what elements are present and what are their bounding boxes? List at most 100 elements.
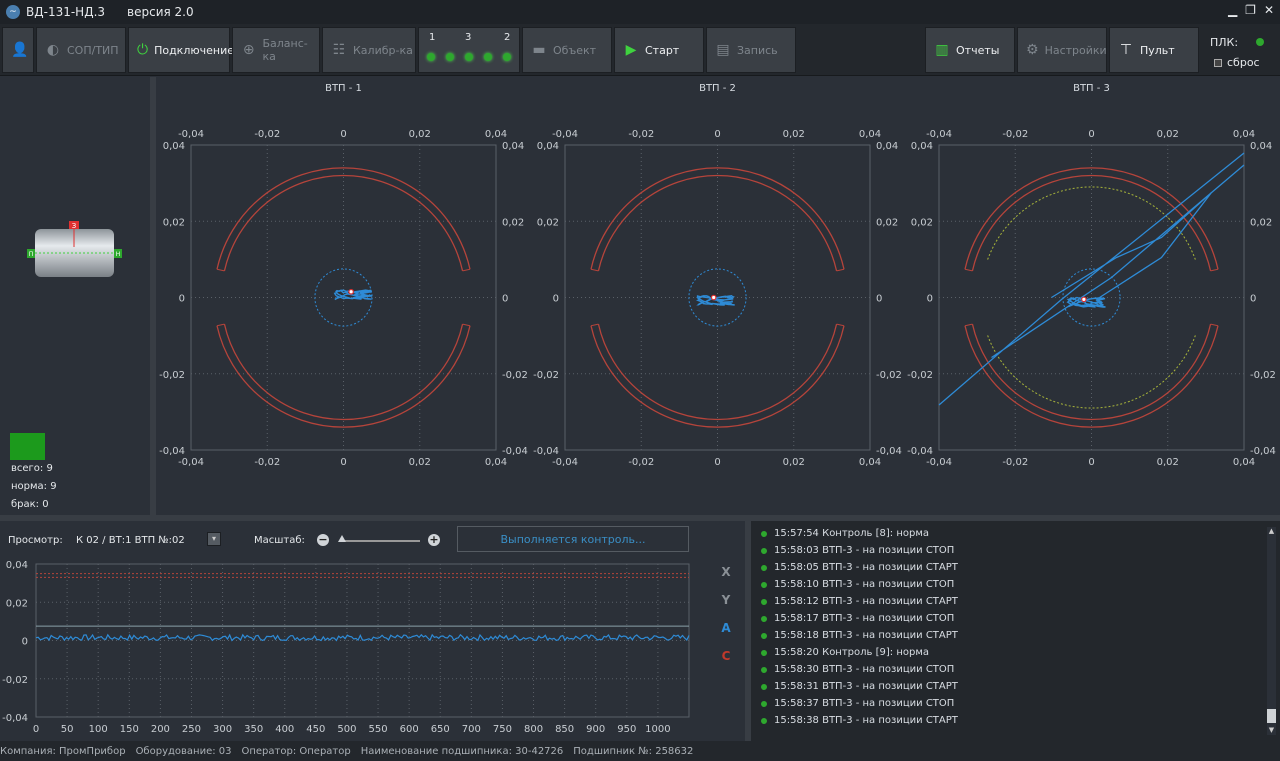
total-count: всего: 9 [11, 463, 53, 474]
y-tick-left: -0,04 [907, 446, 933, 457]
x-tick: 900 [586, 724, 605, 735]
y-tick-left: 0,04 [911, 141, 933, 152]
log-entry: 15:58:31 ВТП-3 - на позиции СТАРТ [761, 678, 958, 695]
x-tick-bottom: 0,02 [783, 457, 805, 468]
company-info: Компания: ПромПрибор [0, 745, 126, 757]
status-dot-icon [761, 632, 767, 639]
app-window: ~ ВД-131-НД.3 версия 2.0 ▁ ❐ ✕ 👤 ◐ СОП/ТИ… [0, 0, 1280, 761]
chart-title: ВТП - 3 [1073, 83, 1110, 94]
status-dot-icon [761, 649, 767, 656]
arc-cap [964, 268, 973, 272]
y-tick-right: 0 [1250, 294, 1256, 305]
orbit-chart-1: ВТП - 1-0,04-0,040,04 0,04-0,02-0,020,02 0… [159, 83, 528, 468]
y-tick: -0,04 [2, 713, 28, 724]
y-tick-right: 0,02 [1250, 217, 1272, 228]
object-button[interactable]: ▬ Объект [522, 27, 612, 73]
app-version: версия 2.0 [127, 5, 194, 19]
user-button[interactable]: 👤 [2, 27, 34, 73]
title-bar: ~ ВД-131-НД.3 версия 2.0 ▁ ❐ ✕ [0, 0, 1280, 24]
restore-button[interactable]: ❐ [1245, 3, 1256, 17]
status-dot-icon [761, 547, 767, 554]
close-button[interactable]: ✕ [1264, 3, 1274, 17]
log-entry-text: 15:58:05 ВТП-3 - на позиции СТАРТ [774, 562, 958, 573]
x-tick: 750 [493, 724, 512, 735]
x-tick-top: 0,04 [859, 129, 881, 140]
log-entry: 15:58:17 ВТП-3 - на позиции СТОП [761, 610, 954, 627]
orbit-charts-area: ВТП - 1 -0,04 -0,04 0,04 0,04 -0,02 -0,02 0,02 0… [156, 77, 1280, 515]
log-scrollbar[interactable]: ▲ ▼ [1267, 527, 1276, 735]
orbit-chart-2: ВТП - 2-0,04-0,040,04 0,04-0,02-0,020,02 0… [533, 83, 902, 468]
orbit-center-point [348, 288, 354, 295]
power-icon: ⏻ [137, 42, 149, 58]
scroll-up-icon[interactable]: ▲ [1267, 527, 1276, 536]
limit-arc-top [590, 167, 845, 270]
y-tick-right: 0,02 [876, 217, 898, 228]
status-dot-icon [761, 700, 767, 707]
timeline-chart: 0,04 0,02 0 -0,02 -0,04 0 50 100 150 200 250 300 350… [2, 560, 731, 735]
status-dot-icon [761, 530, 767, 537]
arc-cap [836, 323, 845, 327]
led-label-2: 2 [504, 32, 511, 43]
y-tick-right: 0,04 [502, 141, 524, 152]
reset-checkbox[interactable]: сброс [1214, 56, 1260, 69]
log-entry: 15:58:18 ВТП-3 - на позиции СТАРТ [761, 627, 958, 644]
limit-arc-bottom [590, 325, 845, 428]
x-tick-bottom: -0,02 [628, 457, 654, 468]
x-tick-top: 0 [340, 129, 346, 140]
led-label-3: 3 [465, 32, 472, 43]
plk-status-led [1256, 38, 1264, 46]
x-tick-top: -0,04 [926, 129, 952, 140]
x-tick: 150 [120, 724, 139, 735]
checkbox-box[interactable] [1214, 58, 1222, 67]
balance-button[interactable]: ⊕ Баланс-ка [232, 27, 320, 73]
x-tick-bottom: -0,02 [254, 457, 280, 468]
x-tick: 650 [431, 724, 450, 735]
log-entry-text: 15:57:54 Контроль [8]: норма [774, 528, 929, 539]
x-tick-top: 0,02 [409, 129, 431, 140]
log-entry: 15:58:38 ВТП-3 - на позиции СТАРТ [761, 712, 958, 729]
y-tick-right: 0 [876, 294, 882, 305]
scroll-thumb[interactable] [1267, 709, 1276, 723]
legend-a: A [721, 621, 731, 635]
remote-icon: ⊤ [1119, 42, 1133, 58]
window-title: ВД-131-НД.3 [26, 5, 106, 19]
balance-label: Баланс-ка [262, 37, 308, 63]
scroll-down-icon[interactable]: ▼ [1267, 726, 1276, 735]
log-entry: 15:58:05 ВТП-3 - на позиции СТАРТ [761, 559, 958, 576]
arc-cap [836, 268, 845, 272]
timeline-panel: Просмотр: К 02 / ВТ:1 ВТП №:02 ▾ Масштаб… [0, 521, 745, 741]
settings-label: Настройки [1044, 43, 1107, 57]
y-tick-left: 0,02 [911, 217, 933, 228]
x-tick-top: -0,04 [178, 129, 204, 140]
led-indicator [484, 53, 492, 61]
arc-cap [216, 323, 225, 327]
x-tick: 450 [306, 724, 325, 735]
record-button[interactable]: ▤ Запись [706, 27, 796, 73]
settings-button[interactable]: ⚙ Настройки [1017, 27, 1107, 73]
minimize-button[interactable]: ▁ [1228, 3, 1237, 17]
status-dot-icon [761, 615, 767, 622]
sensor-right-label: Н [116, 251, 121, 258]
y-tick-left: 0,04 [537, 141, 559, 152]
arc-cap [1210, 268, 1219, 272]
play-icon: ▶ [625, 42, 637, 58]
x-tick: 200 [151, 724, 170, 735]
y-tick-left: 0 [927, 294, 933, 305]
connect-button[interactable]: ⏻ Подключение [128, 27, 234, 73]
x-tick: 700 [462, 724, 481, 735]
y-tick-right: 0 [502, 294, 508, 305]
bearing-number-info: Подшипник №: 258632 [573, 745, 694, 757]
object-label: Объект [553, 43, 597, 57]
sop-tip-button[interactable]: ◐ СОП/ТИП [36, 27, 126, 73]
x-tick-top: -0,02 [254, 129, 280, 140]
sop-tip-label: СОП/ТИП [67, 43, 119, 57]
start-label: Старт [645, 43, 680, 57]
remote-button[interactable]: ⊤ Пульт [1109, 27, 1199, 73]
led-indicator [427, 53, 435, 61]
status-dot-icon [761, 683, 767, 690]
reports-label: Отчеты [956, 43, 1000, 57]
start-button[interactable]: ▶ Старт [614, 27, 704, 73]
calib-button[interactable]: ☷ Калибр-ка [322, 27, 416, 73]
x-tick-bottom: 0 [1088, 457, 1094, 468]
reports-button[interactable]: ▥ Отчеты [925, 27, 1015, 73]
